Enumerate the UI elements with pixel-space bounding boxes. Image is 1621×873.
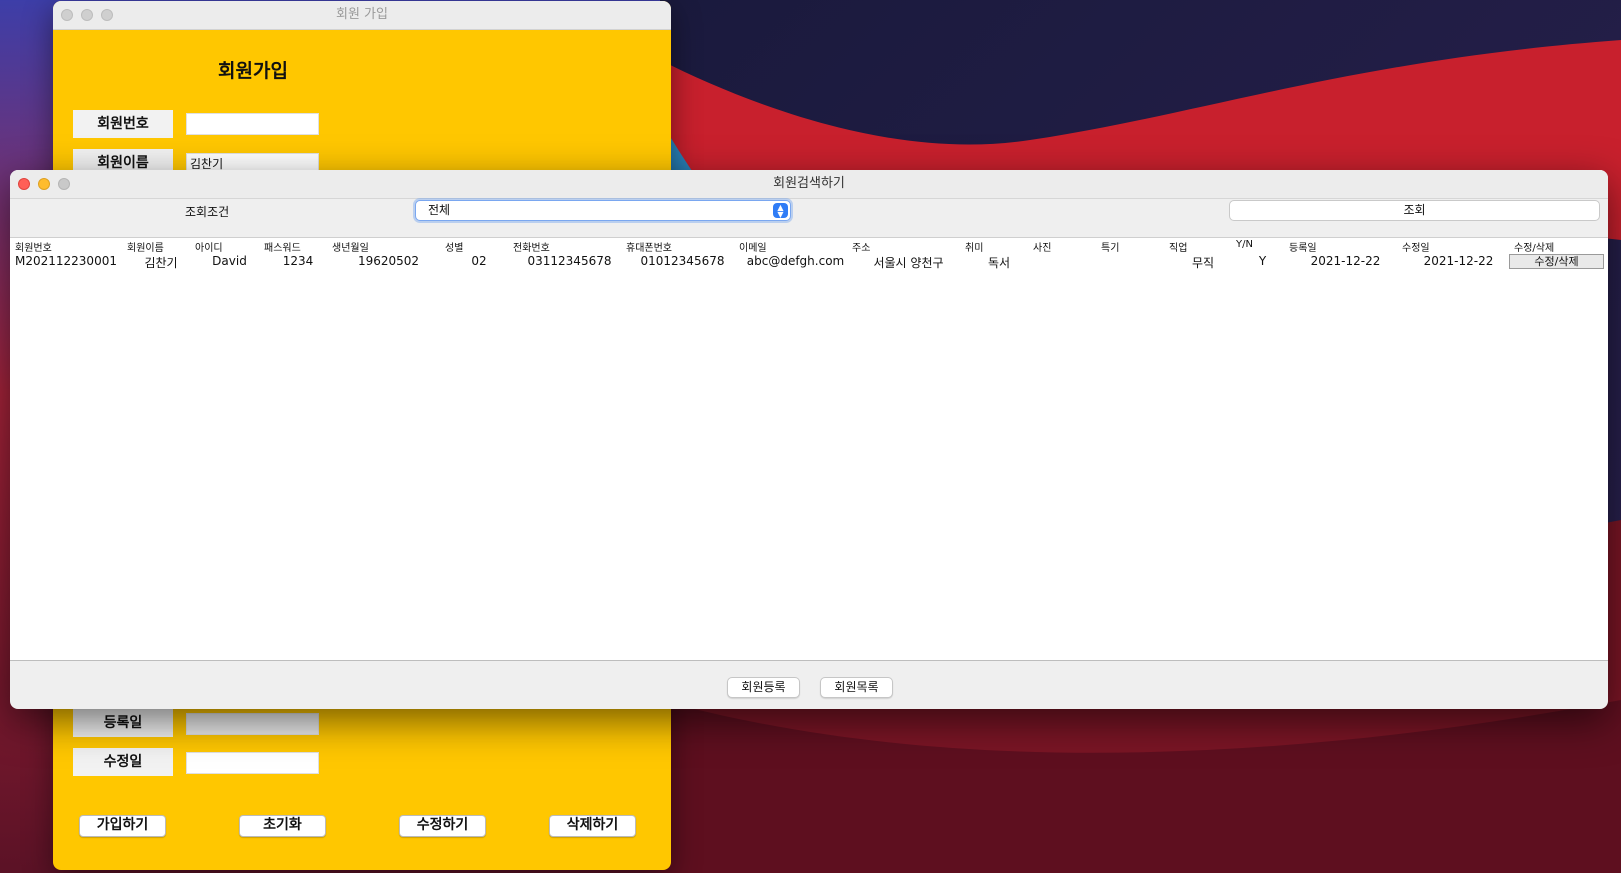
- close-window-icon[interactable]: [18, 178, 30, 190]
- close-window-icon[interactable]: [61, 9, 73, 21]
- table-cell: 1234: [282, 254, 314, 268]
- column-header[interactable]: 생년월일: [332, 239, 369, 254]
- member-register-button[interactable]: 회원등록: [727, 677, 800, 698]
- search-window-titlebar[interactable]: 회원검색하기: [10, 170, 1608, 199]
- member-list-button[interactable]: 회원목록: [820, 677, 893, 698]
- search-window-title: 회원검색하기: [773, 176, 845, 191]
- condition-selected-value: 전체: [428, 203, 451, 217]
- table-cell: 김찬기: [144, 256, 178, 270]
- member-number-label: 회원번호: [73, 110, 173, 138]
- modify-button[interactable]: 수정하기: [399, 815, 486, 837]
- condition-label: 조회조건: [185, 205, 230, 219]
- column-header[interactable]: 수정일: [1402, 239, 1430, 254]
- column-header[interactable]: 등록일: [1289, 239, 1317, 254]
- column-header[interactable]: 직업: [1169, 239, 1187, 254]
- member-number-field[interactable]: [186, 113, 319, 135]
- zoom-window-icon[interactable]: [58, 178, 70, 190]
- table-cell: 2021-12-22: [1423, 254, 1494, 268]
- member-search-window: 회원검색하기 조회조건 전체 ▲ ▼ 조회 회원번호 회원이름 아이디 패스워드 …: [10, 170, 1608, 709]
- delete-button[interactable]: 삭제하기: [549, 815, 636, 837]
- column-header[interactable]: 이메일: [739, 239, 767, 254]
- table-cell: 03112345678: [527, 254, 612, 268]
- minimize-window-icon[interactable]: [38, 178, 50, 190]
- join-button[interactable]: 가입하기: [79, 815, 166, 837]
- column-header[interactable]: 아이디: [195, 239, 223, 254]
- column-header[interactable]: 특기: [1101, 239, 1119, 254]
- member-table: 회원번호 회원이름 아이디 패스워드 생년월일 성별 전화번호 휴대폰번호 이메…: [10, 237, 1608, 661]
- table-cell: 2021-12-22: [1310, 254, 1381, 268]
- table-cell: David: [212, 254, 247, 268]
- table-cell: Y: [1258, 254, 1267, 268]
- reset-button[interactable]: 초기화: [239, 815, 326, 837]
- modify-date-field[interactable]: [186, 752, 319, 774]
- zoom-window-icon[interactable]: [101, 9, 113, 21]
- table-cell: 서울시 양천구: [873, 256, 944, 270]
- column-header[interactable]: 취미: [965, 239, 983, 254]
- table-cell: 19620502: [357, 254, 420, 268]
- table-cell: 독서: [987, 256, 1011, 270]
- modify-date-label: 수정일: [73, 748, 173, 776]
- join-heading: 회원가입: [218, 60, 288, 82]
- column-header[interactable]: 회원번호: [15, 239, 52, 254]
- table-cell: abc@defgh.com: [746, 254, 845, 268]
- join-window-title: 회원 가입: [336, 7, 388, 22]
- column-header[interactable]: 성별: [445, 239, 463, 254]
- table-cell: M202112230001: [15, 254, 117, 268]
- register-date-field[interactable]: [186, 713, 319, 735]
- column-header[interactable]: Y/N: [1236, 239, 1253, 250]
- query-button[interactable]: 조회: [1229, 200, 1600, 221]
- join-window-titlebar[interactable]: 회원 가입: [53, 1, 671, 30]
- edit-delete-button[interactable]: 수정/삭제: [1509, 254, 1604, 269]
- table-cell: 01012345678: [640, 254, 725, 268]
- column-header[interactable]: 패스워드: [264, 239, 301, 254]
- column-header[interactable]: 휴대폰번호: [626, 239, 672, 254]
- register-date-label: 등록일: [73, 709, 173, 737]
- column-header[interactable]: 사진: [1033, 239, 1051, 254]
- column-header[interactable]: 회원이름: [127, 239, 164, 254]
- minimize-window-icon[interactable]: [81, 9, 93, 21]
- condition-select[interactable]: 전체 ▲ ▼: [415, 200, 791, 221]
- column-header[interactable]: 수정/삭제: [1514, 239, 1554, 254]
- select-arrows-icon: ▲ ▼: [773, 203, 788, 218]
- table-cell: 무직: [1191, 256, 1215, 270]
- column-header[interactable]: 주소: [852, 239, 870, 254]
- table-cell: 02: [471, 254, 487, 268]
- column-header[interactable]: 전화번호: [513, 239, 550, 254]
